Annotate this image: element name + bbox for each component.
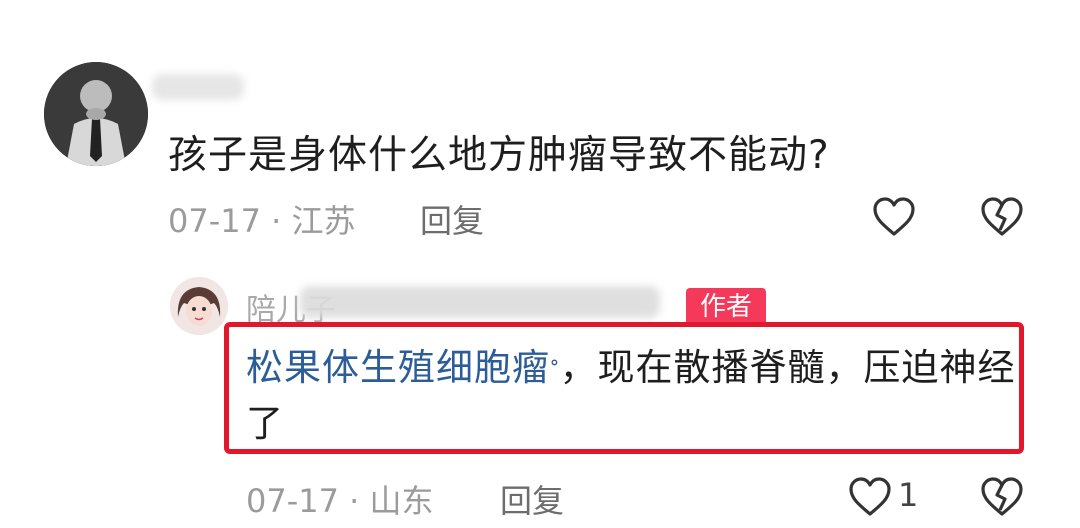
commenter-name-blurred [152, 74, 244, 100]
search-icon[interactable]: ᐤ [550, 355, 560, 380]
like-heart-icon[interactable] [848, 476, 892, 522]
reply-location: 山东 [369, 482, 434, 520]
reply-text: 松果体生殖细胞瘤ᐤ，现在散播脊髓，压迫神经了 [246, 340, 1026, 452]
reply-author-name-blurred [300, 286, 660, 318]
meta-separator: · [271, 202, 292, 240]
meta-separator: · [349, 482, 370, 520]
reply-meta: 07-17 · 山东 [246, 476, 434, 522]
dislike-broken-heart-icon[interactable] [980, 196, 1024, 242]
reply-author-avatar[interactable] [170, 277, 228, 335]
reply-date: 07-17 [246, 482, 339, 520]
comment-text: 孩子是身体什么地方肿瘤导致不能动? [168, 133, 830, 178]
comment-meta: 07-17 · 江苏 [168, 196, 356, 242]
like-heart-icon[interactable] [872, 196, 916, 242]
commenter-avatar[interactable] [44, 62, 148, 166]
comment-date: 07-17 [168, 202, 261, 240]
like-count: 1 [898, 476, 919, 514]
comment-reply-button[interactable]: 回复 [420, 196, 484, 242]
reply-reply-button[interactable]: 回复 [500, 476, 564, 522]
comment-location: 江苏 [291, 202, 356, 240]
dislike-broken-heart-icon[interactable] [980, 476, 1024, 522]
author-badge: 作者 [686, 288, 766, 326]
search-link[interactable]: 松果体生殖细胞瘤 [246, 346, 550, 389]
